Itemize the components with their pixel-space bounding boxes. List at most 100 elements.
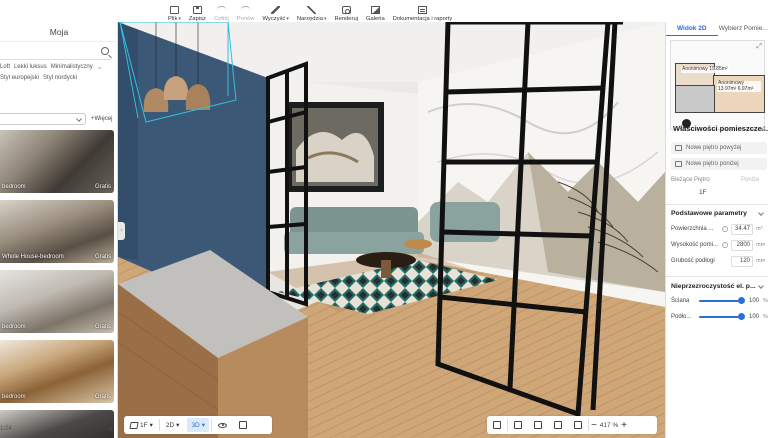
free-badge: Gratis — [94, 254, 111, 260]
floor-add-icon — [675, 161, 682, 167]
area-field[interactable]: 34.47 — [731, 224, 753, 235]
screenshot-button[interactable] — [510, 418, 526, 432]
chevron-down-icon[interactable]: ⌄ — [97, 62, 103, 73]
card-label: Whole House-bedroom — [2, 254, 64, 260]
search-input[interactable] — [0, 46, 112, 60]
tab-select-room[interactable]: Wybierz Pomie... — [718, 22, 768, 36]
opacity-title: Nieprzezroczystość el. p... — [671, 283, 756, 290]
current-floor-select[interactable]: 1F — [671, 188, 726, 198]
card-label: bedroom — [2, 184, 26, 190]
param-floor-thickness: Grubość podłogi 120 mm — [671, 256, 767, 267]
chip-loft[interactable]: Loft — [0, 62, 10, 73]
pin-icon[interactable]: ⊿ — [760, 123, 766, 135]
minimap-room[interactable] — [675, 85, 715, 113]
room-tag: Anonimowy 13.97m² 6.97m² — [717, 80, 761, 92]
camera-mode-button[interactable] — [489, 418, 505, 432]
chevron-down-icon[interactable] — [758, 283, 764, 289]
undo-icon — [216, 6, 226, 14]
fit-view-button[interactable] — [550, 418, 566, 432]
filter-row: +Więcej — [0, 113, 118, 125]
zoom-out-button[interactable]: − — [589, 420, 599, 431]
tools-icon — [307, 6, 317, 14]
divider — [666, 276, 768, 277]
clear-icon — [271, 6, 281, 14]
documentation-button[interactable]: Dokumentacja i raporty — [389, 0, 457, 22]
view-3d-button[interactable]: 3D ▾ — [187, 418, 210, 432]
chevron-down-icon: ▾ — [176, 422, 180, 429]
search-icon[interactable] — [101, 47, 109, 55]
card-label: bedroom — [2, 324, 26, 330]
design-card[interactable]: bedroom Gratis — [0, 130, 114, 193]
chevron-down-icon: ▾ — [201, 422, 206, 429]
pagination: 1/24 › — [0, 422, 118, 436]
undo-button[interactable]: Cofnij — [210, 0, 233, 22]
design-card[interactable]: Whole House-bedroom Gratis — [0, 200, 114, 263]
chevron-down-icon — [76, 116, 82, 122]
visibility-button[interactable] — [214, 418, 231, 432]
view-2d-button[interactable]: 2D ▾ — [162, 418, 184, 432]
tab-2d-view[interactable]: Widok 2D — [666, 22, 718, 36]
floor-opacity-slider[interactable] — [699, 316, 741, 318]
room-render[interactable] — [118, 22, 665, 438]
chip-light-luxury[interactable]: Lekki luksus — [14, 62, 47, 73]
panel-title: Moja — [0, 22, 118, 42]
chevron-right-icon[interactable]: › — [109, 422, 112, 436]
wall-opacity-slider[interactable] — [699, 300, 741, 302]
divider — [158, 419, 160, 431]
right-panel: Widok 2D Wybierz Pomie... Anonimowy 19.8… — [665, 22, 768, 438]
floor-opacity-row: Podło... 100 % — [671, 313, 768, 320]
zoom-controls: − 417 % + — [487, 416, 657, 434]
expand-icon[interactable]: ⤢ — [756, 43, 762, 51]
room-height-field[interactable]: 2800 — [731, 240, 753, 251]
main-toolbar: Plik▾ Zapisz Cofnij Ponów Wyczyść▾ Narzę… — [164, 0, 454, 22]
render-button[interactable]: Renderuj — [330, 0, 362, 22]
minimap[interactable]: Anonimowy 19.85m² Anonimowy 13.97m² 6.97… — [670, 40, 765, 130]
fullscreen-button[interactable] — [570, 418, 586, 432]
free-badge: Gratis — [94, 184, 111, 190]
floor-add-icon — [675, 145, 682, 151]
filter-select[interactable] — [0, 113, 86, 125]
chevron-down-icon[interactable] — [758, 210, 764, 216]
eye-icon — [218, 422, 228, 428]
view-tabs: Widok 2D Wybierz Pomie... — [666, 22, 768, 36]
clear-menu-button[interactable]: Wyczyść▾ — [259, 0, 293, 22]
collapse-left-panel-button[interactable]: ‹ — [118, 222, 125, 240]
slider-handle[interactable] — [738, 297, 745, 304]
floor-select[interactable]: 1F ▾ — [126, 418, 157, 432]
more-filters-button[interactable]: +Więcej — [91, 113, 113, 125]
chevron-down-icon: ▾ — [149, 422, 153, 429]
file-menu-button[interactable]: Plik▾ — [164, 0, 185, 22]
gallery-button[interactable]: Galeria — [362, 0, 389, 22]
file-icon — [169, 6, 179, 14]
3d-viewport[interactable] — [118, 22, 665, 438]
help-icon[interactable] — [722, 242, 728, 248]
save-icon — [192, 6, 202, 14]
add-floor-below-button[interactable]: Nowe piętro poniżej — [671, 158, 767, 170]
floor-thickness-field[interactable]: 120 — [731, 256, 753, 267]
chip-european[interactable]: Styl europejski — [0, 73, 39, 84]
gallery-icon — [370, 6, 380, 14]
zoom-in-button[interactable]: + — [619, 420, 629, 431]
wall-opacity-row: Ściana 100 % — [671, 297, 768, 304]
save-button[interactable]: Zapisz — [185, 0, 210, 22]
divider — [211, 419, 213, 431]
design-card[interactable]: bedroom Gratis — [0, 340, 114, 403]
tools-menu-button[interactable]: Narzędzia▾ — [293, 0, 331, 22]
chip-nordic[interactable]: Styl nordycki — [43, 73, 77, 84]
layers-icon — [129, 421, 139, 429]
layers-button[interactable] — [235, 418, 251, 432]
design-card[interactable]: bedroom Gratis — [0, 270, 114, 333]
current-floor-label: Bieżące Piętro — [671, 177, 710, 183]
add-floor-above-button[interactable]: Nowe piętro powyżej — [671, 142, 767, 154]
left-panel: Moja Loft Lekki luksus Minimalistyczny ⌄… — [0, 22, 118, 438]
fit-icon — [554, 421, 562, 429]
slider-handle[interactable] — [738, 313, 745, 320]
rotate-icon — [534, 421, 542, 429]
rotate-view-button[interactable] — [530, 418, 546, 432]
chip-minimalist[interactable]: Minimalistyczny — [51, 62, 93, 73]
view-controls: 1F ▾ 2D ▾ 3D ▾ — [124, 416, 272, 434]
screenshot-icon — [514, 421, 522, 429]
free-badge: Gratis — [94, 324, 111, 330]
help-icon[interactable] — [722, 226, 728, 232]
redo-button[interactable]: Ponów — [233, 0, 259, 22]
